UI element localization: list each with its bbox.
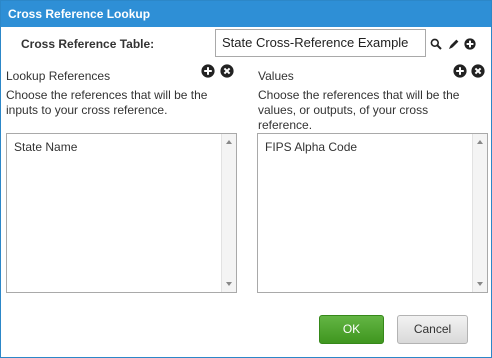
values-description-line: Choose the references that will be the bbox=[258, 88, 460, 102]
lookup-references-list[interactable]: State Name bbox=[6, 133, 237, 293]
add-icon[interactable] bbox=[464, 38, 476, 50]
values-list-scrollbar[interactable] bbox=[472, 134, 487, 292]
dialog-title: Cross Reference Lookup bbox=[1, 1, 491, 27]
cross-reference-table-label: Cross Reference Table: bbox=[21, 37, 155, 51]
ok-button[interactable]: OK bbox=[319, 315, 384, 344]
scroll-up-icon[interactable] bbox=[477, 140, 483, 144]
lookup-description-line: inputs to your cross reference. bbox=[6, 103, 168, 117]
remove-value-icon[interactable] bbox=[471, 64, 485, 78]
add-value-icon[interactable] bbox=[453, 64, 467, 78]
lookup-list-scrollbar[interactable] bbox=[221, 134, 236, 292]
edit-icon[interactable] bbox=[448, 38, 460, 50]
values-title: Values bbox=[258, 69, 294, 83]
search-icon[interactable] bbox=[430, 38, 442, 50]
values-description-line: values, or outputs, of your cross bbox=[258, 103, 429, 117]
cross-reference-table-field[interactable]: State Cross-Reference Example bbox=[215, 29, 426, 57]
values-description: Choose the references that will be the v… bbox=[258, 88, 459, 133]
scroll-up-icon[interactable] bbox=[226, 140, 232, 144]
values-list[interactable]: FIPS Alpha Code bbox=[257, 133, 488, 293]
remove-lookup-reference-icon[interactable] bbox=[220, 64, 234, 78]
list-item[interactable]: FIPS Alpha Code bbox=[265, 140, 357, 154]
lookup-references-title: Lookup References bbox=[6, 69, 111, 83]
scroll-down-icon[interactable] bbox=[477, 282, 483, 286]
lookup-description-line: Choose the references that will be the bbox=[6, 88, 208, 102]
list-item[interactable]: State Name bbox=[14, 140, 77, 154]
cancel-button[interactable]: Cancel bbox=[397, 315, 468, 344]
scroll-down-icon[interactable] bbox=[226, 282, 232, 286]
lookup-references-description: Choose the references that will be the i… bbox=[6, 88, 207, 118]
add-lookup-reference-icon[interactable] bbox=[201, 64, 215, 78]
cross-reference-lookup-dialog: Cross Reference Lookup Cross Reference T… bbox=[0, 0, 492, 358]
values-description-line: reference. bbox=[258, 118, 313, 132]
